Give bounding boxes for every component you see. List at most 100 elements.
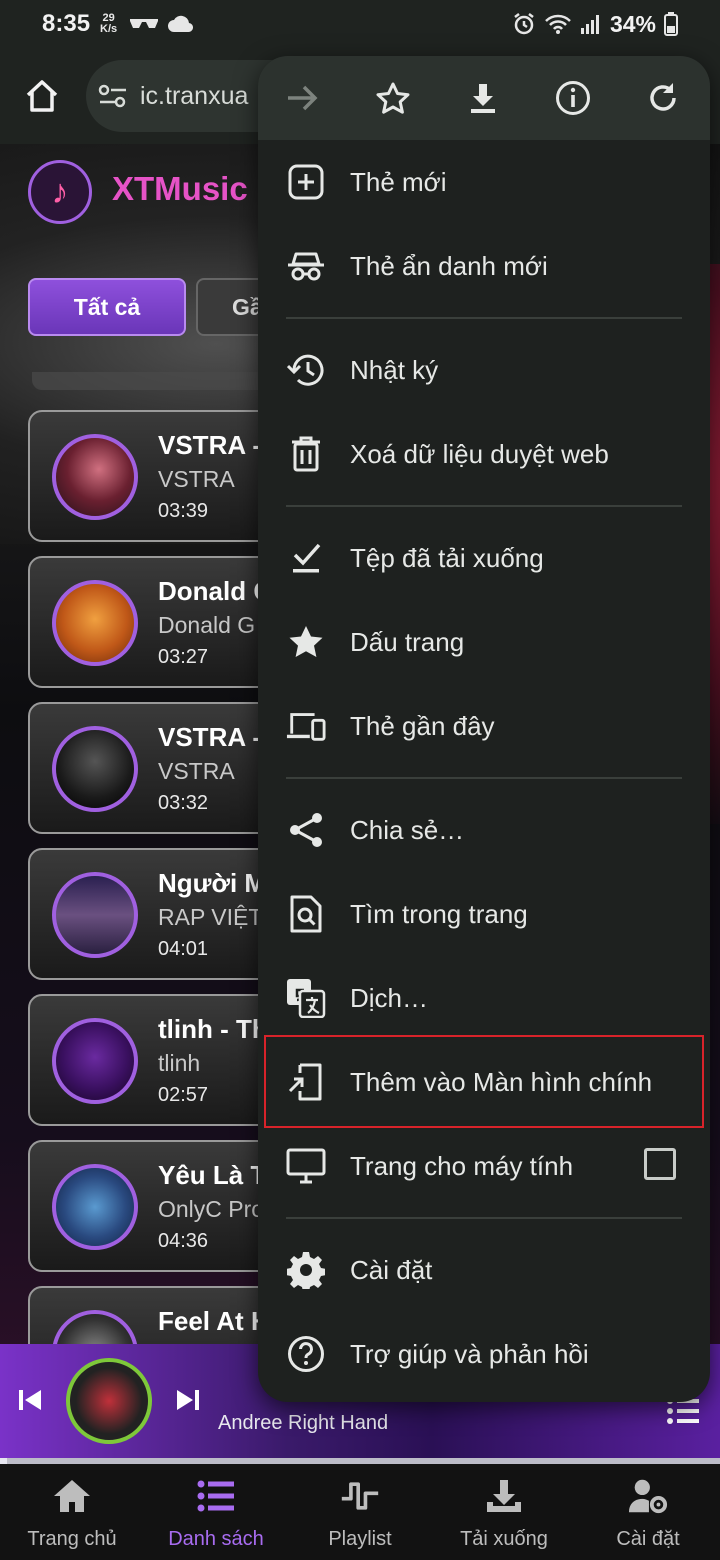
menu-recent-tabs-label: Thẻ gần đây: [350, 710, 495, 741]
overflow-menu: Thẻ mới Thẻ ẩn danh mới Nhật ký Xoá dữ l…: [258, 56, 710, 1402]
song-artist: VSTRA: [158, 466, 235, 492]
bookmark-button[interactable]: [372, 77, 414, 119]
menu-share-label: Chia sẻ…: [350, 814, 465, 845]
battery-icon: [664, 12, 678, 36]
nav-downloads[interactable]: Tải xuống: [432, 1464, 576, 1560]
menu-new-incognito-tab[interactable]: Thẻ ẩn danh mới: [258, 226, 710, 306]
find-in-page-icon: [286, 894, 326, 934]
download-icon: [484, 1476, 524, 1516]
incognito-icon: [286, 246, 326, 286]
song-title: VSTRA -: [158, 722, 262, 752]
status-time: 8:35: [42, 10, 91, 37]
nav-home-label: Trang chủ: [27, 1528, 117, 1550]
menu-new-tab[interactable]: Thẻ mới: [258, 142, 710, 222]
song-duration: 03:32: [158, 792, 209, 814]
app-logo[interactable]: ♪: [28, 160, 92, 224]
star-filled-icon: [286, 622, 326, 662]
song-artist: tlinh: [158, 1050, 201, 1076]
home-icon: [52, 1476, 92, 1516]
menu-recent-tabs[interactable]: Thẻ gần đây: [258, 686, 710, 766]
filter-chip-all[interactable]: Tất cả: [28, 278, 186, 336]
menu-desktop-site[interactable]: Trang cho máy tính: [258, 1126, 710, 1206]
bottom-nav: Trang chủ Danh sách Playlist Tải xuống C…: [0, 1464, 720, 1560]
next-track-button[interactable]: [174, 1386, 202, 1414]
menu-translate[interactable]: Dịch…: [258, 958, 710, 1038]
menu-desktop-site-label: Trang cho máy tính: [350, 1150, 574, 1181]
reload-icon: [650, 83, 676, 111]
network-speed-unit: K/s: [100, 23, 118, 35]
alarm-icon: [514, 13, 534, 35]
music-note-icon: ♪: [51, 172, 69, 211]
forward-arrow-icon: [288, 85, 318, 111]
list-icon: [196, 1476, 236, 1516]
song-thumbnail: [52, 1164, 138, 1250]
menu-history[interactable]: Nhật ký: [258, 330, 710, 410]
song-artist: Donald G: [158, 612, 256, 638]
menu-bookmarks-label: Dấu trang: [350, 626, 465, 657]
user-gear-icon: [628, 1476, 668, 1516]
menu-translate-label: Dịch…: [350, 982, 429, 1013]
menu-help-label: Trợ giúp và phản hồi: [350, 1338, 589, 1369]
song-thumbnail: [52, 726, 138, 812]
pulse-icon: [340, 1476, 380, 1516]
song-title: VSTRA -: [158, 430, 262, 460]
nav-playlist[interactable]: Playlist: [288, 1464, 432, 1560]
menu-help-feedback[interactable]: Trợ giúp và phản hồi: [258, 1314, 710, 1394]
signal-icon: [580, 15, 599, 34]
song-duration: 03:39: [158, 500, 209, 522]
song-title: Donald G: [158, 576, 274, 606]
song-artist: OnlyC Pro: [158, 1196, 265, 1222]
network-speed: 29 K/s: [100, 13, 117, 35]
song-title: Feel At H: [158, 1306, 270, 1336]
song-thumbnail: [52, 434, 138, 520]
song-title: Yêu Là T: [158, 1160, 267, 1190]
nav-playlist-label: Playlist: [328, 1528, 392, 1550]
menu-settings-label: Cài đặt: [350, 1254, 433, 1285]
nav-downloads-label: Tải xuống: [460, 1528, 548, 1550]
menu-action-bar: [258, 56, 710, 140]
nav-settings-label: Cài đặt: [616, 1528, 680, 1550]
reload-button[interactable]: [642, 77, 684, 119]
page-info-button[interactable]: [552, 77, 594, 119]
menu-share[interactable]: Chia sẻ…: [258, 790, 710, 870]
song-thumbnail: [52, 872, 138, 958]
url-text: ic.tranxua: [140, 81, 249, 110]
song-title: tlinh - Th: [158, 1014, 268, 1044]
forward-button[interactable]: [282, 77, 324, 119]
menu-settings[interactable]: Cài đặt: [258, 1230, 710, 1310]
menu-downloads[interactable]: Tệp đã tải xuống: [258, 518, 710, 598]
highlight-box: [264, 1035, 704, 1128]
trash-icon: [286, 434, 326, 474]
menu-divider: [286, 505, 682, 507]
info-icon: [556, 81, 590, 115]
desktop-site-checkbox[interactable]: [644, 1148, 676, 1180]
song-duration: 03:27: [158, 646, 209, 668]
song-thumbnail: [52, 580, 138, 666]
star-outline-icon: [376, 82, 410, 114]
menu-new-tab-label: Thẻ mới: [350, 166, 447, 197]
download-page-button[interactable]: [462, 77, 504, 119]
nav-settings[interactable]: Cài đặt: [576, 1464, 720, 1560]
song-duration: 04:36: [158, 1230, 209, 1252]
previous-track-button[interactable]: [16, 1386, 44, 1414]
history-icon: [286, 350, 326, 390]
menu-find-in-page[interactable]: Tìm trong trang: [258, 874, 710, 954]
song-thumbnail: [52, 1018, 138, 1104]
downloads-check-icon: [286, 538, 326, 578]
sunglasses-icon: [130, 19, 159, 28]
devices-icon: [286, 706, 326, 746]
now-playing-art[interactable]: [66, 1358, 152, 1444]
menu-divider: [286, 1217, 682, 1219]
home-button[interactable]: [20, 74, 64, 118]
menu-bookmarks[interactable]: Dấu trang: [258, 602, 710, 682]
menu-divider: [286, 777, 682, 779]
app-name: XTMusic: [112, 170, 248, 207]
nav-home[interactable]: Trang chủ: [0, 1464, 144, 1560]
nav-list-label: Danh sách: [168, 1528, 264, 1550]
menu-clear-browsing-data[interactable]: Xoá dữ liệu duyệt web: [258, 414, 710, 494]
home-icon: [26, 80, 58, 112]
menu-find-label: Tìm trong trang: [350, 898, 528, 929]
nav-list[interactable]: Danh sách: [144, 1464, 288, 1560]
song-duration: 04:01: [158, 938, 209, 960]
song-artist: VSTRA: [158, 758, 235, 784]
